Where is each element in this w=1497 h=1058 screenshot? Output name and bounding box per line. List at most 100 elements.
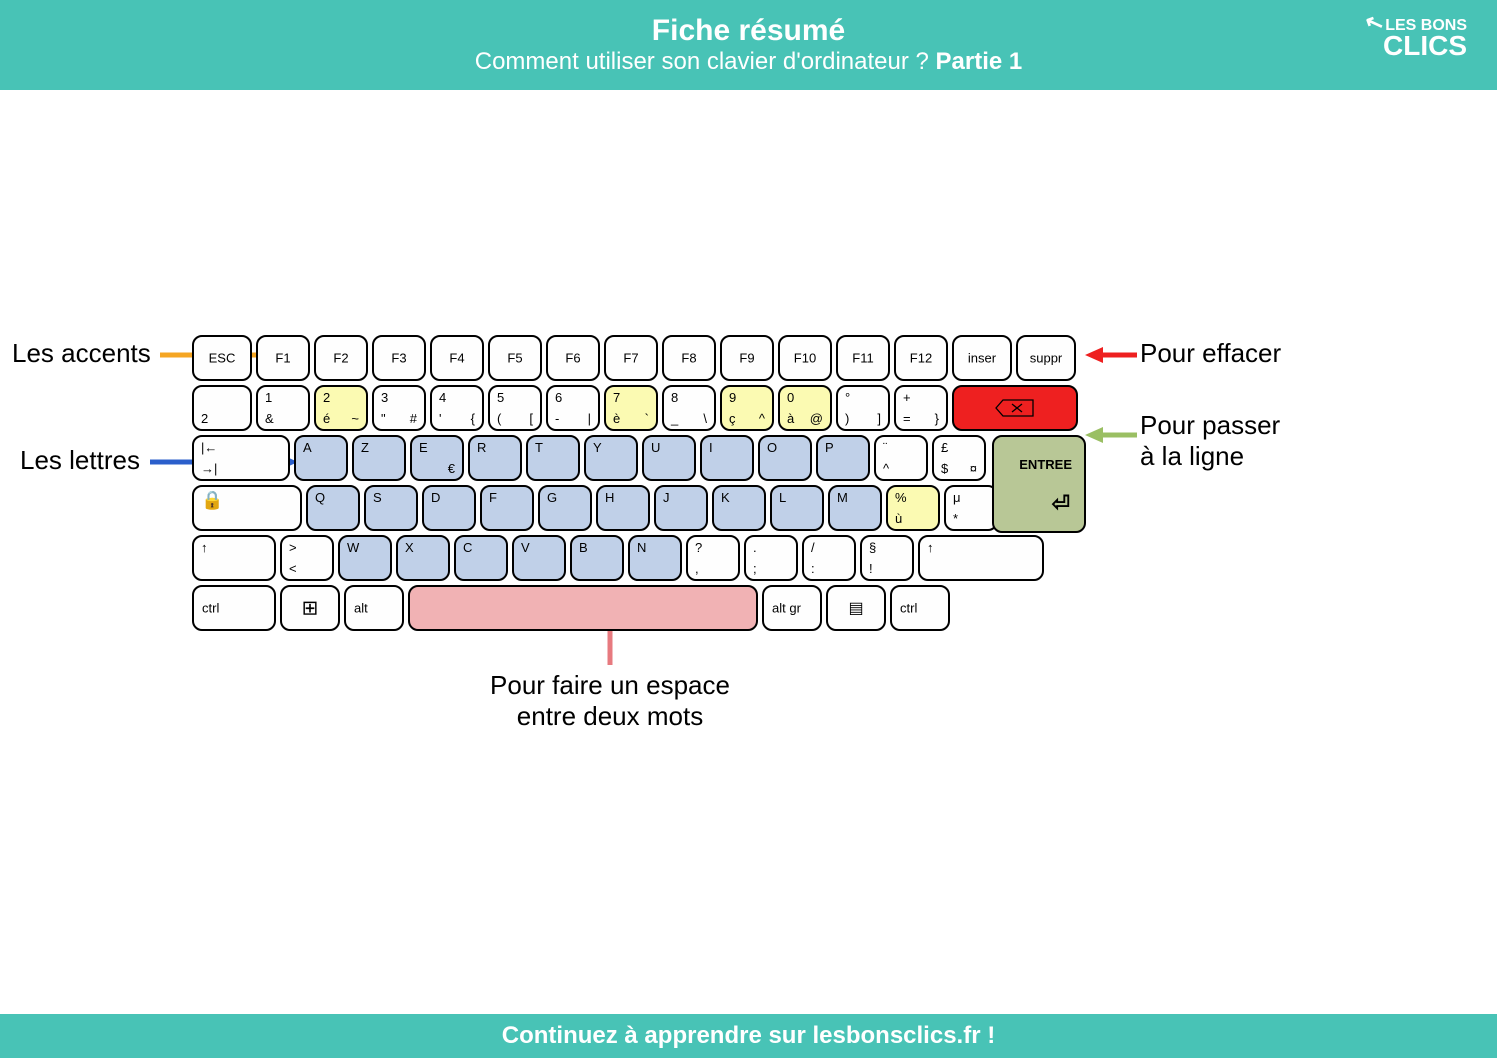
key-label-tl: 1 bbox=[265, 390, 272, 405]
key[interactable]: F bbox=[480, 485, 534, 531]
key-label-br: ~ bbox=[351, 411, 359, 426]
key[interactable]: μ* bbox=[944, 485, 998, 531]
key[interactable]: B bbox=[570, 535, 624, 581]
key[interactable]: J bbox=[654, 485, 708, 531]
key-label: F11 bbox=[852, 351, 873, 366]
key-label-br: @ bbox=[810, 411, 823, 426]
key-label-bl: à bbox=[787, 411, 794, 426]
key[interactable]: F8 bbox=[662, 335, 716, 381]
key-label-tl: ↑ bbox=[201, 540, 208, 555]
key[interactable]: K bbox=[712, 485, 766, 531]
key[interactable]: T bbox=[526, 435, 580, 481]
key[interactable]: F4 bbox=[430, 335, 484, 381]
key[interactable]: F9 bbox=[720, 335, 774, 381]
key[interactable]: U bbox=[642, 435, 696, 481]
key[interactable]: F5 bbox=[488, 335, 542, 381]
space-key[interactable] bbox=[408, 585, 758, 631]
key[interactable]: 7è` bbox=[604, 385, 658, 431]
key-label-tl: > bbox=[289, 540, 297, 555]
key[interactable]: ctrl bbox=[890, 585, 950, 631]
key[interactable]: ¨^ bbox=[874, 435, 928, 481]
key-label-tl: 0 bbox=[787, 390, 794, 405]
key[interactable]: alt bbox=[344, 585, 404, 631]
backspace-key[interactable] bbox=[952, 385, 1078, 431]
capslock-key[interactable]: 🔒 bbox=[192, 485, 302, 531]
key-label-tl: V bbox=[521, 540, 530, 555]
enter-key[interactable]: ENTREE ⏎ bbox=[992, 435, 1086, 533]
key[interactable]: L bbox=[770, 485, 824, 531]
key[interactable]: ↑ bbox=[192, 535, 276, 581]
logo-bottom: CLICS bbox=[1365, 32, 1467, 60]
key[interactable]: /: bbox=[802, 535, 856, 581]
key-label-bl: ) bbox=[845, 411, 849, 426]
label-newline-2: à la ligne bbox=[1140, 441, 1244, 471]
key-label: F8 bbox=[681, 351, 696, 366]
key[interactable]: £$¤ bbox=[932, 435, 986, 481]
key[interactable]: ↑ bbox=[918, 535, 1044, 581]
key[interactable]: 2 bbox=[192, 385, 252, 431]
key-label-br: ] bbox=[877, 411, 881, 426]
key[interactable]: A bbox=[294, 435, 348, 481]
key[interactable]: R bbox=[468, 435, 522, 481]
key[interactable]: Z bbox=[352, 435, 406, 481]
key-label-bl: ( bbox=[497, 411, 501, 426]
key[interactable]: N bbox=[628, 535, 682, 581]
key-label: F4 bbox=[449, 351, 464, 366]
key[interactable]: F11 bbox=[836, 335, 890, 381]
key[interactable]: |←→| bbox=[192, 435, 290, 481]
key[interactable]: Y bbox=[584, 435, 638, 481]
key[interactable]: V bbox=[512, 535, 566, 581]
key-label: F2 bbox=[333, 351, 348, 366]
brand-logo: ↖LES BONS CLICS bbox=[1365, 12, 1467, 60]
key[interactable]: ESC bbox=[192, 335, 252, 381]
key-label-tl: L bbox=[779, 490, 786, 505]
key[interactable]: 6-| bbox=[546, 385, 600, 431]
key[interactable]: ?, bbox=[686, 535, 740, 581]
key-label-tl: S bbox=[373, 490, 382, 505]
key[interactable]: §! bbox=[860, 535, 914, 581]
key[interactable]: ctrl bbox=[192, 585, 276, 631]
menu-key[interactable]: ▤ bbox=[826, 585, 886, 631]
key[interactable]: °)] bbox=[836, 385, 890, 431]
key[interactable]: W bbox=[338, 535, 392, 581]
key[interactable]: 2é~ bbox=[314, 385, 368, 431]
key[interactable]: H bbox=[596, 485, 650, 531]
key[interactable]: suppr bbox=[1016, 335, 1076, 381]
key[interactable]: 5([ bbox=[488, 385, 542, 431]
key[interactable]: inser bbox=[952, 335, 1012, 381]
key[interactable]: Q bbox=[306, 485, 360, 531]
key-label-tl: 4 bbox=[439, 390, 446, 405]
key[interactable]: 3"# bbox=[372, 385, 426, 431]
key[interactable]: 1& bbox=[256, 385, 310, 431]
key[interactable]: C bbox=[454, 535, 508, 581]
key[interactable]: 0 à @ bbox=[778, 385, 832, 431]
key[interactable]: 8_\ bbox=[662, 385, 716, 431]
key[interactable]: %ù bbox=[886, 485, 940, 531]
key[interactable]: F6 bbox=[546, 335, 600, 381]
key[interactable]: X bbox=[396, 535, 450, 581]
key[interactable]: M bbox=[828, 485, 882, 531]
key[interactable]: F12 bbox=[894, 335, 948, 381]
key[interactable]: O bbox=[758, 435, 812, 481]
arrow-newline bbox=[1085, 425, 1137, 445]
key[interactable]: F7 bbox=[604, 335, 658, 381]
key[interactable]: I bbox=[700, 435, 754, 481]
windows-key[interactable]: ⊞ bbox=[280, 585, 340, 631]
key[interactable]: .; bbox=[744, 535, 798, 581]
key[interactable]: F1 bbox=[256, 335, 310, 381]
key[interactable]: E€ bbox=[410, 435, 464, 481]
key[interactable]: P bbox=[816, 435, 870, 481]
key[interactable]: F10 bbox=[778, 335, 832, 381]
label-space-1: Pour faire un espace bbox=[490, 670, 730, 700]
key[interactable]: alt gr bbox=[762, 585, 822, 631]
key-label-tl: O bbox=[767, 440, 777, 455]
key[interactable]: >< bbox=[280, 535, 334, 581]
key[interactable]: S bbox=[364, 485, 418, 531]
key[interactable]: F3 bbox=[372, 335, 426, 381]
key[interactable]: D bbox=[422, 485, 476, 531]
key[interactable]: +=} bbox=[894, 385, 948, 431]
key[interactable]: 9ç^ bbox=[720, 385, 774, 431]
key[interactable]: G bbox=[538, 485, 592, 531]
key[interactable]: 4'{ bbox=[430, 385, 484, 431]
key[interactable]: F2 bbox=[314, 335, 368, 381]
